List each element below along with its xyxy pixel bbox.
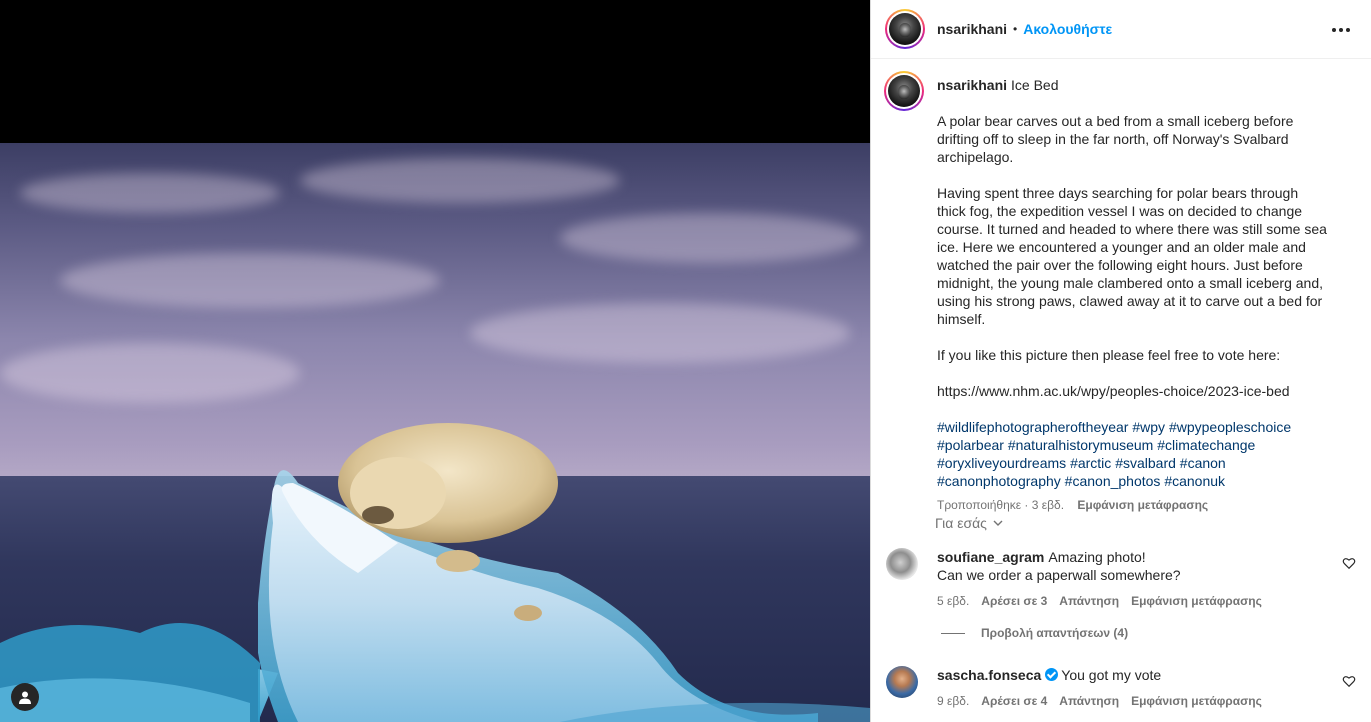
author-username[interactable]: nsarikhani (937, 21, 1007, 37)
follow-button[interactable]: Ακολουθήστε (1023, 21, 1112, 37)
hashtag[interactable]: #canonphotography (937, 473, 1061, 489)
caption: nsarikhani Ice Bed A polar bear carves ou… (884, 71, 1344, 514)
commenter-avatar[interactable] (886, 666, 918, 698)
caption-body: nsarikhani Ice Bed A polar bear carves ou… (937, 71, 1327, 514)
verified-badge-icon (1045, 668, 1059, 681)
hashtag[interactable]: #wpypeopleschoice (1169, 419, 1291, 435)
cloud (60, 253, 440, 308)
hashtags: #wildlifephotographeroftheyear #wpy #wpy… (937, 418, 1327, 490)
hashtag[interactable]: #oryxliveyourdreams (937, 455, 1066, 471)
commenter-avatar[interactable] (886, 548, 918, 580)
cloud (300, 158, 620, 203)
hashtag[interactable]: #canon (1180, 455, 1226, 471)
hashtag[interactable]: #canonuk (1164, 473, 1225, 489)
separator-dot: • (1013, 22, 1018, 36)
caption-paragraph-1: A polar bear carves out a bed from a sma… (937, 113, 1294, 165)
post-media[interactable] (0, 0, 870, 722)
comment-likes[interactable]: Αρέσει σε 4 (981, 692, 1047, 710)
for-you-dropdown[interactable]: Για εσάς (935, 515, 1004, 531)
post-modal: nsarikhani • Ακολουθήστε nsarikhani Ice B… (0, 0, 1371, 722)
user-icon (19, 691, 31, 704)
hashtag[interactable]: #climatechange (1157, 437, 1255, 453)
vote-link[interactable]: https://www.nhm.ac.uk/wpy/peoples-choice… (937, 382, 1327, 400)
post-photo (0, 143, 870, 722)
author-avatar[interactable] (885, 9, 925, 49)
caption-meta: Τροποποιήθηκε · 3 εβδ. Εμφάνιση μετάφρασ… (937, 496, 1327, 514)
caption-username[interactable]: nsarikhani (937, 77, 1007, 93)
see-translation-button[interactable]: Εμφάνιση μετάφρασης (1131, 592, 1262, 610)
comment-time: 5 εβδ. (937, 594, 970, 608)
like-heart-icon[interactable] (1342, 556, 1356, 570)
cloud (0, 343, 300, 403)
post-header: nsarikhani • Ακολουθήστε (871, 0, 1371, 59)
like-heart-icon[interactable] (1342, 674, 1356, 688)
see-translation-button[interactable]: Εμφάνιση μετάφρασης (1077, 498, 1208, 512)
hashtag[interactable]: #naturalhistorymuseum (1008, 437, 1154, 453)
commenter-username[interactable]: soufiane_agram (937, 549, 1044, 565)
caption-author-avatar[interactable] (884, 71, 924, 111)
comment-item: soufiane_agram Amazing photo! Can we orde… (886, 548, 1356, 610)
edited-timestamp: Τροποποιήθηκε · 3 εβδ. (937, 498, 1065, 512)
view-replies-button[interactable]: Προβολή απαντήσεων (4) (941, 626, 1128, 640)
comment-likes[interactable]: Αρέσει σε 3 (981, 592, 1047, 610)
hashtag[interactable]: #wpy (1132, 419, 1165, 435)
hashtag[interactable]: #wildlifephotographeroftheyear (937, 419, 1128, 435)
see-translation-button[interactable]: Εμφάνιση μετάφρασης (1131, 692, 1262, 710)
reply-button[interactable]: Απάντηση (1059, 592, 1119, 610)
comment-item: sascha.fonseca You got my vote 9 εβδ. Αρέ… (886, 666, 1356, 710)
comment-time: 9 εβδ. (937, 694, 970, 708)
view-replies-label: Προβολή απαντήσεων (4) (981, 626, 1129, 640)
more-options-icon[interactable] (1329, 18, 1353, 42)
hashtag[interactable]: #polarbear (937, 437, 1004, 453)
commenter-username[interactable]: sascha.fonseca (937, 667, 1041, 683)
caption-title: Ice Bed (1011, 77, 1059, 93)
caption-paragraph-2: Having spent three days searching for po… (937, 185, 1327, 327)
comment-meta: 5 εβδ. Αρέσει σε 3 Απάντηση Εμφάνιση μετ… (937, 592, 1337, 610)
hashtag[interactable]: #svalbard (1115, 455, 1176, 471)
for-you-label: Για εσάς (935, 515, 987, 531)
hashtag[interactable]: #canon_photos (1065, 473, 1161, 489)
chevron-down-icon (993, 520, 1003, 526)
caption-paragraph-3: If you like this picture then please fee… (937, 347, 1281, 363)
tagged-user-button[interactable] (11, 683, 39, 711)
cloud (560, 213, 860, 263)
comment-meta: 9 εβδ. Αρέσει σε 4 Απάντηση Εμφάνιση μετ… (937, 692, 1337, 710)
divider (941, 632, 965, 634)
comment-text: You got my vote (1061, 667, 1162, 683)
reply-button[interactable]: Απάντηση (1059, 692, 1119, 710)
cloud (20, 173, 280, 213)
foreground-ice (0, 623, 870, 722)
hashtag[interactable]: #arctic (1070, 455, 1111, 471)
